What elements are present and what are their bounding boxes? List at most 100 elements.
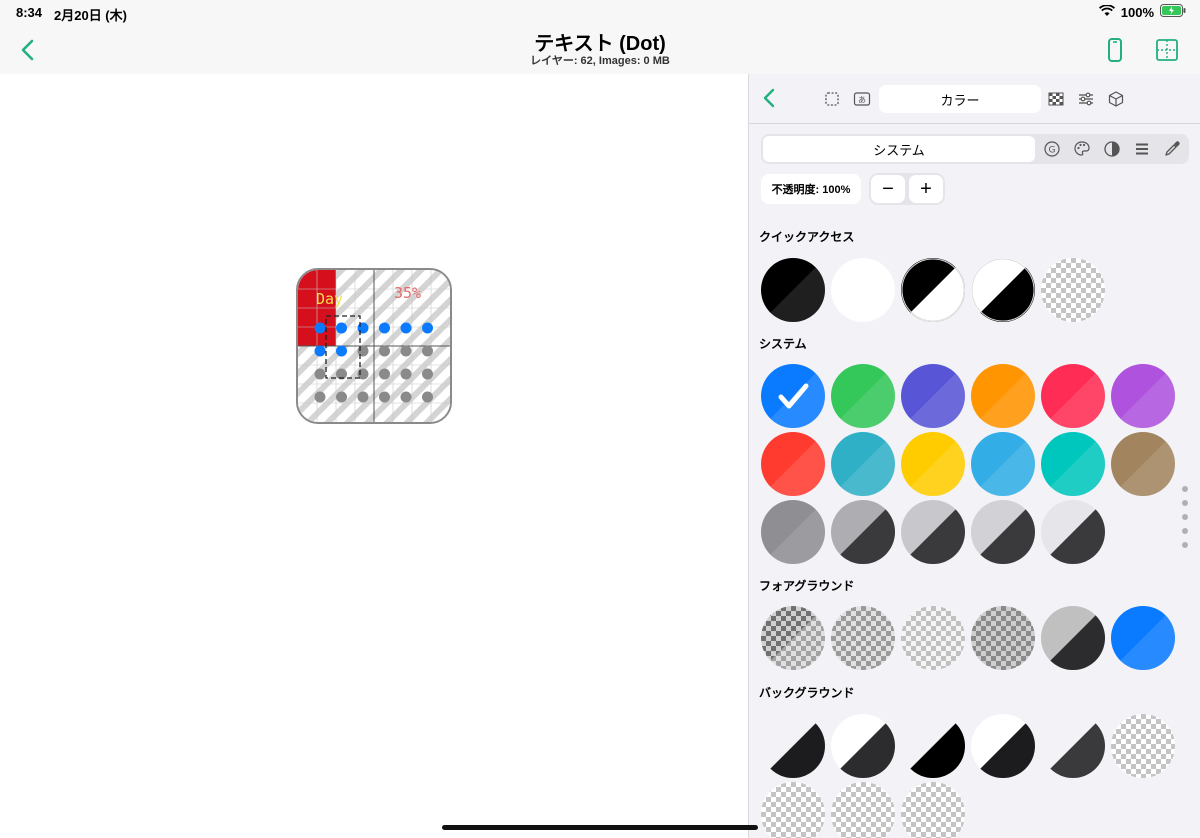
dot-cell bbox=[379, 391, 390, 403]
background-color-swatch[interactable] bbox=[761, 782, 825, 838]
tab-color[interactable]: カラー bbox=[879, 85, 1041, 113]
opacity-value: 不透明度: 100% bbox=[761, 174, 861, 204]
foreground-color-swatch[interactable] bbox=[971, 606, 1035, 670]
dot-cell bbox=[422, 345, 433, 357]
background-color-swatch[interactable] bbox=[901, 714, 965, 778]
dot-cell bbox=[422, 391, 433, 403]
dot-cell bbox=[379, 345, 390, 357]
page-subtitle: レイヤー: 62, Images: 0 MB bbox=[530, 55, 670, 67]
gradient-source-button[interactable]: G bbox=[1043, 140, 1061, 158]
system-color-swatch[interactable] bbox=[901, 364, 965, 428]
text-box-icon: あ bbox=[853, 92, 871, 106]
quick-access-swatch[interactable] bbox=[901, 258, 965, 322]
panel-back-button[interactable] bbox=[759, 87, 781, 109]
scroll-indicator[interactable] bbox=[1182, 486, 1190, 556]
text-tool-button[interactable]: あ bbox=[853, 90, 871, 108]
system-color-swatch[interactable] bbox=[901, 500, 965, 564]
section-title-background: バックグラウンド bbox=[759, 686, 855, 700]
system-color-swatch[interactable] bbox=[1041, 500, 1105, 564]
system-color-swatch[interactable] bbox=[1111, 364, 1175, 428]
scroll-dot bbox=[1182, 500, 1188, 506]
status-indicators: 100% bbox=[1098, 3, 1186, 20]
inspector-panel: あ カラー システム G 不透明度: 100% − + クイックアクセス システ… bbox=[748, 74, 1200, 838]
system-color-swatch[interactable] bbox=[831, 432, 895, 496]
quick-access-swatch[interactable] bbox=[831, 258, 895, 322]
widget-preview-tile[interactable]: Day 35% bbox=[296, 268, 452, 424]
layout-grid-button[interactable] bbox=[1154, 37, 1180, 63]
background-color-swatch[interactable] bbox=[761, 714, 825, 778]
section-title-quick-access: クイックアクセス bbox=[759, 230, 855, 244]
chevron-left-icon bbox=[763, 88, 775, 108]
foreground-color-swatch[interactable] bbox=[901, 606, 965, 670]
svg-text:G: G bbox=[1049, 146, 1056, 156]
scroll-dot bbox=[1182, 528, 1188, 534]
g-circle-icon: G bbox=[1044, 141, 1060, 157]
background-color-swatch[interactable] bbox=[971, 714, 1035, 778]
system-color-swatch[interactable] bbox=[1041, 432, 1105, 496]
foreground-color-swatch[interactable] bbox=[831, 606, 895, 670]
dot-cell bbox=[400, 322, 412, 334]
background-color-swatch[interactable] bbox=[831, 782, 895, 838]
dot-cell bbox=[422, 322, 433, 334]
selection-tool-button[interactable] bbox=[823, 90, 841, 108]
system-color-swatch[interactable] bbox=[1111, 432, 1175, 496]
tile-text-percent: 35% bbox=[394, 284, 422, 302]
app-root: 8:34 2月20日 (木) 100% テキスト (Dot) レイヤー: 62,… bbox=[0, 0, 1200, 838]
canvas-area[interactable] bbox=[0, 74, 748, 838]
battery-percent: 100% bbox=[1120, 4, 1154, 20]
quick-access-swatch[interactable] bbox=[761, 258, 825, 322]
scroll-dot bbox=[1182, 542, 1188, 548]
list-icon bbox=[1136, 143, 1148, 155]
system-color-swatch[interactable] bbox=[971, 364, 1035, 428]
dot-cell bbox=[357, 345, 369, 357]
opacity-stepper: − + bbox=[869, 173, 945, 205]
color-source-bar: システム G bbox=[761, 134, 1189, 164]
status-date: 2月20日 (木) bbox=[54, 8, 127, 23]
adjustments-tab-button[interactable] bbox=[1077, 90, 1095, 108]
system-color-swatch[interactable] bbox=[831, 500, 895, 564]
quick-access-swatch[interactable] bbox=[1041, 258, 1105, 322]
dashed-square-icon bbox=[825, 92, 839, 106]
background-color-swatch[interactable] bbox=[1111, 714, 1175, 778]
dot-cell bbox=[336, 322, 347, 334]
checkerboard-icon bbox=[1048, 92, 1064, 106]
background-color-swatch[interactable] bbox=[831, 714, 895, 778]
contrast-icon bbox=[1104, 141, 1120, 157]
system-color-swatch[interactable] bbox=[761, 432, 825, 496]
eyedropper-icon bbox=[1165, 141, 1180, 156]
sliders-icon bbox=[1079, 92, 1093, 106]
dot-cell bbox=[422, 368, 433, 380]
tab-system-colors[interactable]: システム bbox=[763, 136, 1035, 162]
opacity-increase-button[interactable]: + bbox=[909, 175, 943, 203]
pattern-tab-button[interactable] bbox=[1047, 90, 1065, 108]
dot-cell bbox=[379, 368, 390, 380]
foreground-color-swatch[interactable] bbox=[1111, 606, 1175, 670]
device-preview-button[interactable] bbox=[1102, 37, 1128, 63]
eyedropper-button[interactable] bbox=[1163, 140, 1181, 158]
contrast-source-button[interactable] bbox=[1103, 140, 1121, 158]
system-color-swatch[interactable] bbox=[901, 432, 965, 496]
background-color-swatch[interactable] bbox=[1041, 714, 1105, 778]
foreground-color-swatch[interactable] bbox=[761, 606, 825, 670]
quick-access-swatch[interactable] bbox=[971, 258, 1035, 322]
system-color-swatch[interactable] bbox=[831, 364, 895, 428]
dot-cell bbox=[357, 322, 369, 334]
home-indicator[interactable] bbox=[442, 825, 758, 830]
system-color-swatch[interactable] bbox=[1041, 364, 1105, 428]
status-time: 8:34 bbox=[16, 5, 43, 20]
system-color-swatch[interactable] bbox=[761, 500, 825, 564]
system-color-swatch[interactable] bbox=[971, 432, 1035, 496]
wifi-icon bbox=[1098, 3, 1115, 20]
opacity-decrease-button[interactable]: − bbox=[871, 175, 905, 203]
system-color-swatch[interactable] bbox=[971, 500, 1035, 564]
dot-cell bbox=[400, 368, 412, 380]
top-bar: 8:34 2月20日 (木) 100% テキスト (Dot) レイヤー: 62,… bbox=[0, 0, 1200, 74]
background-color-swatch[interactable] bbox=[901, 782, 965, 838]
3d-tab-button[interactable] bbox=[1107, 90, 1125, 108]
dot-cell bbox=[336, 391, 347, 403]
palette-source-button[interactable] bbox=[1073, 140, 1091, 158]
list-source-button[interactable] bbox=[1133, 140, 1151, 158]
system-color-swatch[interactable] bbox=[761, 364, 825, 428]
tile-text-day: Day bbox=[316, 290, 344, 308]
foreground-color-swatch[interactable] bbox=[1041, 606, 1105, 670]
